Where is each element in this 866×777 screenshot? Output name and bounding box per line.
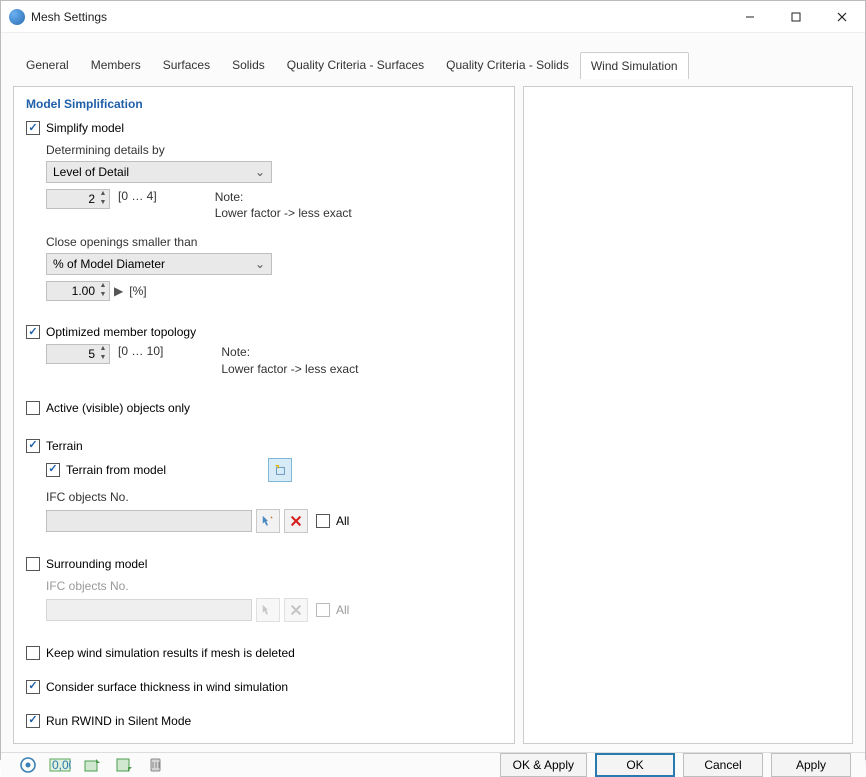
ifc-objects-label: IFC objects No. (46, 490, 502, 504)
load-default-icon[interactable] (79, 753, 105, 777)
reset-icon[interactable] (143, 753, 169, 777)
optimized-value-input[interactable]: 5 ▲▼ (46, 344, 110, 364)
surrounding-label: Surrounding model (46, 557, 147, 571)
section-title: Model Simplification (26, 97, 502, 111)
terrain-ifc-input[interactable] (46, 510, 252, 532)
keep-results-label: Keep wind simulation results if mesh is … (46, 646, 295, 660)
silent-mode-label: Run RWIND in Silent Mode (46, 714, 191, 728)
spin-down-icon[interactable]: ▼ (97, 199, 109, 208)
help-icon[interactable] (15, 753, 41, 777)
tab-members[interactable]: Members (80, 51, 152, 78)
simplify-model-checkbox[interactable] (26, 121, 40, 135)
tab-strip: General Members Surfaces Solids Quality … (1, 33, 865, 78)
pick-objects-icon (256, 598, 280, 622)
surrounding-all-label: All (336, 603, 349, 617)
active-visible-checkbox[interactable] (26, 401, 40, 415)
tab-general[interactable]: General (15, 51, 80, 78)
detail-note-title: Note: (215, 190, 244, 204)
tab-solids[interactable]: Solids (221, 51, 276, 78)
tab-quality-solids[interactable]: Quality Criteria - Solids (435, 51, 580, 78)
titlebar: Mesh Settings (1, 1, 865, 33)
new-terrain-icon[interactable] (268, 458, 292, 482)
detail-level-input[interactable]: 2 ▲▼ (46, 189, 110, 209)
terrain-label: Terrain (46, 439, 83, 453)
tab-wind-simulation[interactable]: Wind Simulation (580, 52, 689, 79)
clear-icon (284, 598, 308, 622)
consider-thickness-checkbox[interactable] (26, 680, 40, 694)
terrain-from-model-label: Terrain from model (66, 463, 166, 477)
terrain-checkbox[interactable] (26, 439, 40, 453)
surrounding-all-checkbox (316, 603, 330, 617)
silent-mode-checkbox[interactable] (26, 714, 40, 728)
optimized-range: [0 … 10] (118, 344, 163, 358)
minimize-button[interactable] (727, 1, 773, 33)
ok-apply-button[interactable]: OK & Apply (500, 753, 587, 777)
terrain-all-checkbox[interactable] (316, 514, 330, 528)
pick-objects-icon[interactable] (256, 509, 280, 533)
maximize-button[interactable] (773, 1, 819, 33)
units-icon[interactable]: 0,00 (47, 753, 73, 777)
detail-note-body: Lower factor -> less exact (215, 206, 352, 220)
footer: 0,00 OK & Apply OK Cancel Apply (1, 752, 865, 777)
close-button[interactable] (819, 1, 865, 33)
level-of-detail-combo[interactable]: Level of Detail ⌄ (46, 161, 272, 183)
chevron-down-icon: ⌄ (255, 257, 265, 271)
optimized-topology-label: Optimized member topology (46, 325, 196, 339)
clear-icon[interactable] (284, 509, 308, 533)
tab-quality-surfaces[interactable]: Quality Criteria - Surfaces (276, 51, 435, 78)
optimized-topology-checkbox[interactable] (26, 325, 40, 339)
close-openings-label: Close openings smaller than (46, 235, 502, 249)
openings-combo[interactable]: % of Model Diameter ⌄ (46, 253, 272, 275)
terrain-all-label: All (336, 514, 349, 528)
detail-range: [0 … 4] (118, 189, 157, 203)
active-visible-label: Active (visible) objects only (46, 401, 190, 415)
surrounding-ifc-label: IFC objects No. (46, 579, 502, 593)
determining-details-label: Determining details by (46, 143, 502, 157)
optimized-note-body: Lower factor -> less exact (221, 362, 358, 376)
consider-thickness-label: Consider surface thickness in wind simul… (46, 680, 288, 694)
terrain-from-model-checkbox[interactable] (46, 463, 60, 477)
mesh-settings-window: Mesh Settings General Members Surfaces S… (0, 0, 866, 760)
play-icon[interactable]: ▶ (114, 284, 123, 298)
spin-down-icon[interactable]: ▼ (97, 291, 109, 300)
preview-pane (523, 86, 853, 744)
app-icon (9, 9, 25, 25)
chevron-down-icon: ⌄ (255, 165, 265, 179)
surrounding-ifc-input (46, 599, 252, 621)
spin-up-icon[interactable]: ▲ (97, 190, 109, 199)
optimized-note-title: Note: (221, 345, 250, 359)
openings-unit: [%] (129, 284, 146, 298)
spin-up-icon[interactable]: ▲ (97, 345, 109, 354)
ok-button[interactable]: OK (595, 753, 675, 777)
settings-pane: Model Simplification Simplify model Dete… (13, 86, 515, 744)
save-default-icon[interactable] (111, 753, 137, 777)
keep-results-checkbox[interactable] (26, 646, 40, 660)
spin-down-icon[interactable]: ▼ (97, 354, 109, 363)
tab-surfaces[interactable]: Surfaces (152, 51, 221, 78)
surrounding-checkbox[interactable] (26, 557, 40, 571)
apply-button[interactable]: Apply (771, 753, 851, 777)
simplify-model-label: Simplify model (46, 121, 124, 135)
openings-value-input[interactable]: 1.00 ▲▼ (46, 281, 110, 301)
spin-up-icon[interactable]: ▲ (97, 282, 109, 291)
cancel-button[interactable]: Cancel (683, 753, 763, 777)
window-title: Mesh Settings (31, 10, 727, 24)
